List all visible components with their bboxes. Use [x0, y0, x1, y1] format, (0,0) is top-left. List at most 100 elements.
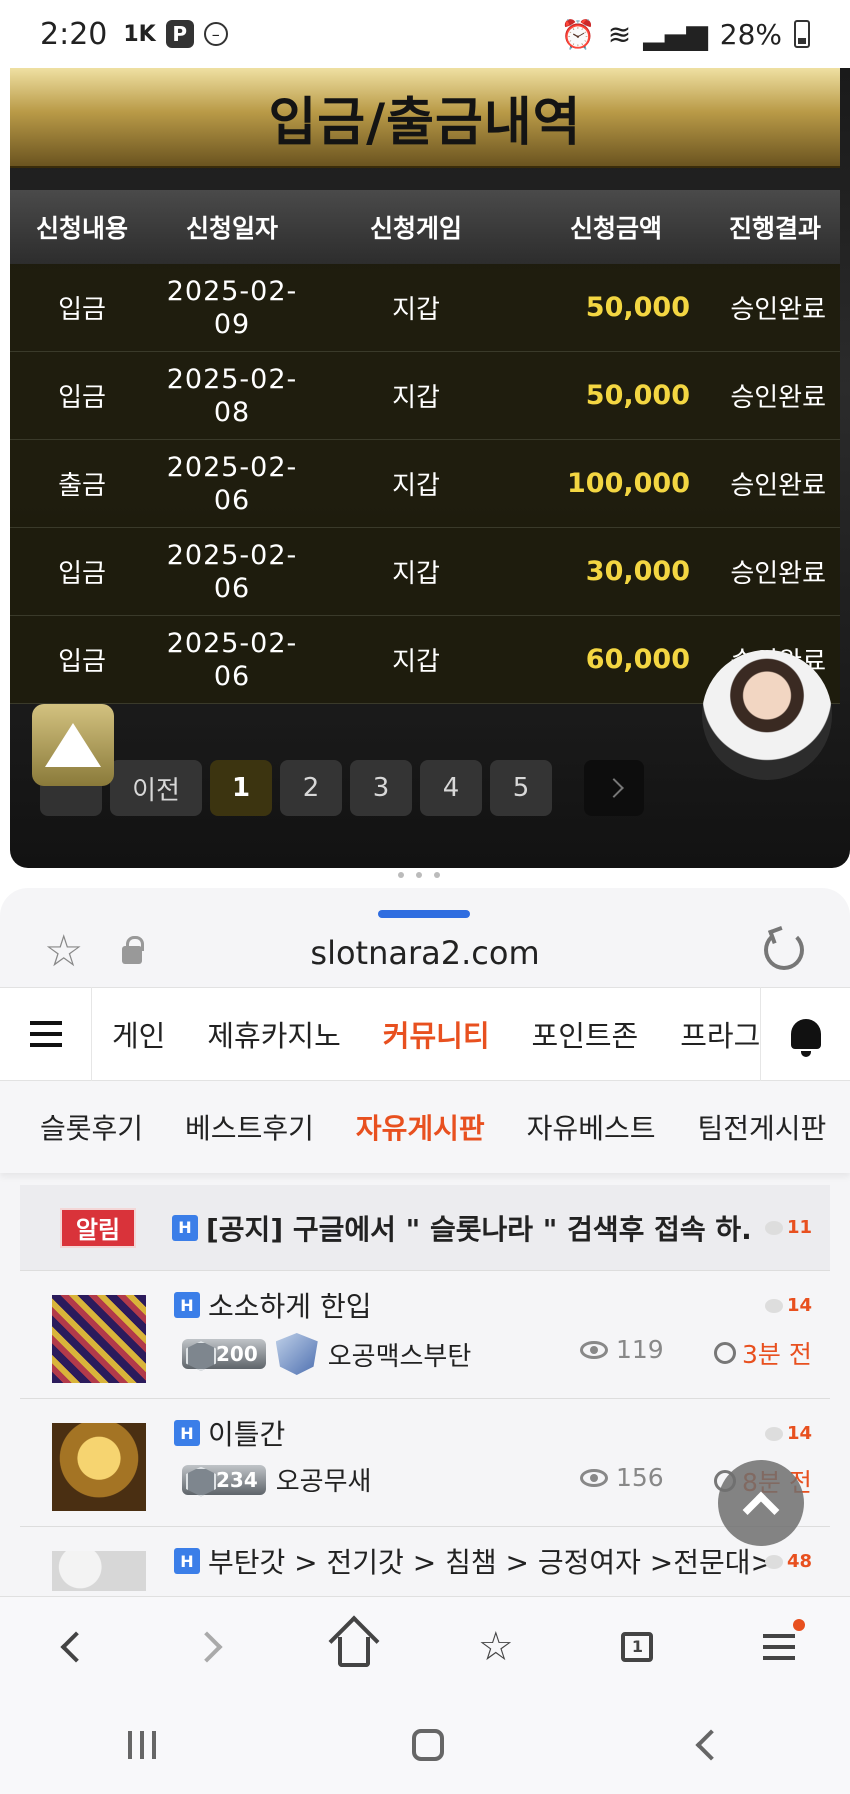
subnav-free-board[interactable]: 자유게시판 [356, 1107, 485, 1147]
forward-button[interactable] [182, 1617, 242, 1677]
post-author[interactable]: 오공무새 [276, 1461, 372, 1498]
cell-amount: 100,000 [567, 468, 690, 499]
cell-type: 입금 [58, 295, 106, 325]
table-row: 입금 2025-02-06 지갑 30,000 승인완료 [10, 528, 840, 616]
page-4-button[interactable]: 4 [420, 760, 482, 816]
url-text[interactable]: slotnara2.com [0, 934, 850, 972]
cell-type: 입금 [58, 383, 106, 413]
list-item[interactable]: H 소소하게 한입 14 200 오공맥스부탄 119 3분 전 [20, 1271, 830, 1399]
view-count: 156 [580, 1463, 664, 1492]
status-bar: 2:20 1K P – ⏰ ≋ ▂▄▆ 28% [0, 0, 850, 68]
comment-icon [764, 1220, 783, 1235]
list-item[interactable]: H 이틀간 14 234 오공무새 156 8분 전 [20, 1399, 830, 1527]
post-title[interactable]: 소소하게 한입 [208, 1285, 371, 1325]
reload-icon[interactable] [764, 930, 804, 970]
home-icon [338, 1636, 371, 1667]
bell-icon [790, 1019, 821, 1057]
post-title[interactable]: 부탄갓 > 전기갓 > 침챔 > 긍정여자 >전문대>... [208, 1541, 774, 1581]
table-row: 입금 2025-02-08 지갑 50,000 승인완료 [10, 352, 840, 440]
page-3-button[interactable]: 3 [350, 760, 412, 816]
chevron-right-icon [191, 1630, 224, 1663]
recents-icon[interactable] [128, 1731, 156, 1759]
nav-item-partner-casino[interactable]: 제휴카지노 [207, 1013, 340, 1055]
scroll-to-top-button[interactable] [718, 1460, 804, 1546]
notice-row[interactable]: 알림 H [공지] 구글에서 " 슬롯나라 " 검색후 접속 하... 11 [20, 1185, 830, 1271]
history-table: 신청내용 신청일자 신청게임 신청금액 진행결과 입금 2025-02-09 지… [10, 190, 840, 704]
cell-amount: 30,000 [585, 556, 690, 587]
notice-title[interactable]: [공지] 구글에서 " 슬롯나라 " 검색후 접속 하... [206, 1208, 752, 1248]
hot-badge-icon: H [174, 1292, 200, 1318]
table-row: 입금 2025-02-09 지갑 50,000 승인완료 [10, 264, 840, 352]
page-top-button[interactable] [32, 704, 114, 786]
cell-amount: 50,000 [585, 292, 690, 323]
wifi-icon: ≋ [607, 17, 632, 51]
post-thumbnail[interactable] [52, 1423, 146, 1511]
col-date: 신청일자 [185, 214, 278, 243]
page-1-button[interactable]: 1 [210, 760, 272, 816]
post-author[interactable]: 오공맥스부탄 [328, 1336, 472, 1373]
col-type: 신청내용 [35, 214, 128, 243]
url-bar[interactable]: ☆ slotnara2.com [0, 918, 850, 990]
prev-page-button[interactable]: 이전 [110, 760, 202, 816]
back-button[interactable] [41, 1617, 101, 1677]
nav-item-point-zone[interactable]: 포인트존 [532, 1013, 639, 1055]
cell-date: 2025-02-06 [166, 539, 298, 604]
nav-item-game[interactable]: 게인 [112, 1013, 165, 1055]
subnav-team-board[interactable]: 팀전게시판 [697, 1107, 826, 1147]
bookmarks-button[interactable]: ☆ [466, 1617, 526, 1677]
battery-percent: 28% [719, 17, 782, 51]
next-page-button[interactable] [584, 760, 644, 816]
comment-count: 11 [764, 1217, 812, 1238]
sheet-handle[interactable] [378, 910, 470, 918]
chevron-up-icon [742, 1491, 780, 1529]
system-home-icon[interactable] [412, 1729, 444, 1761]
list-item[interactable]: H 부탄갓 > 전기갓 > 침챔 > 긍정여자 >전문대>... 48 [20, 1527, 830, 1598]
comment-icon [764, 1426, 783, 1441]
home-button[interactable] [324, 1617, 384, 1677]
cell-amount: 60,000 [585, 644, 690, 675]
system-nav-bar [0, 1696, 850, 1794]
subnav-best-review[interactable]: 베스트후기 [185, 1107, 314, 1147]
page-2-button[interactable]: 2 [280, 760, 342, 816]
subnav-free-best[interactable]: 자유베스트 [527, 1107, 656, 1147]
table-row: 출금 2025-02-06 지갑 100,000 승인완료 [10, 440, 840, 528]
cell-date: 2025-02-09 [166, 275, 298, 340]
post-thumbnail[interactable] [52, 1551, 146, 1591]
subnav-slot-review[interactable]: 슬롯후기 [40, 1107, 143, 1147]
comment-icon [764, 1298, 783, 1313]
col-result: 진행결과 [728, 214, 821, 243]
cell-result: 승인완료 [730, 295, 826, 325]
cell-game: 지갑 [392, 383, 440, 413]
post-title[interactable]: 이틀간 [208, 1413, 285, 1453]
sheet-drag-dots[interactable] [398, 872, 440, 878]
comment-icon [764, 1554, 783, 1569]
level-badge: 234 [182, 1464, 266, 1495]
nav-item-pragmatic[interactable]: 프라그 [680, 1013, 760, 1055]
comment-count: 14 [764, 1295, 812, 1316]
notification-button[interactable] [760, 987, 850, 1081]
post-thumbnail[interactable] [52, 1295, 146, 1383]
battery-icon [794, 20, 810, 48]
page-header: 입금/출금내역 [10, 68, 840, 168]
p-icon: P [165, 20, 194, 48]
cell-game: 지갑 [392, 647, 440, 677]
hamburger-menu-icon[interactable] [0, 987, 92, 1081]
menu-button[interactable] [749, 1617, 809, 1677]
cell-date: 2025-02-06 [166, 451, 298, 516]
cell-game: 지갑 [392, 295, 440, 325]
main-nav: 게인 제휴카지노 커뮤니티 포인트존 프라그 [0, 987, 850, 1081]
chevron-left-icon [60, 1630, 92, 1663]
avatar[interactable] [702, 650, 832, 780]
comment-count: 14 [764, 1423, 812, 1444]
nav-item-community[interactable]: 커뮤니티 [383, 1013, 490, 1055]
team-badge-icon [275, 1333, 318, 1375]
cell-result: 승인완료 [730, 383, 826, 413]
page-5-button[interactable]: 5 [490, 760, 552, 816]
hot-badge-icon: H [174, 1420, 200, 1446]
tabs-button[interactable]: 1 [607, 1617, 667, 1677]
system-back-icon[interactable] [695, 1729, 727, 1761]
cell-type: 출금 [58, 471, 106, 501]
hot-badge-icon: H [172, 1214, 198, 1241]
cell-type: 입금 [58, 647, 106, 677]
level-badge: 200 [182, 1339, 266, 1369]
